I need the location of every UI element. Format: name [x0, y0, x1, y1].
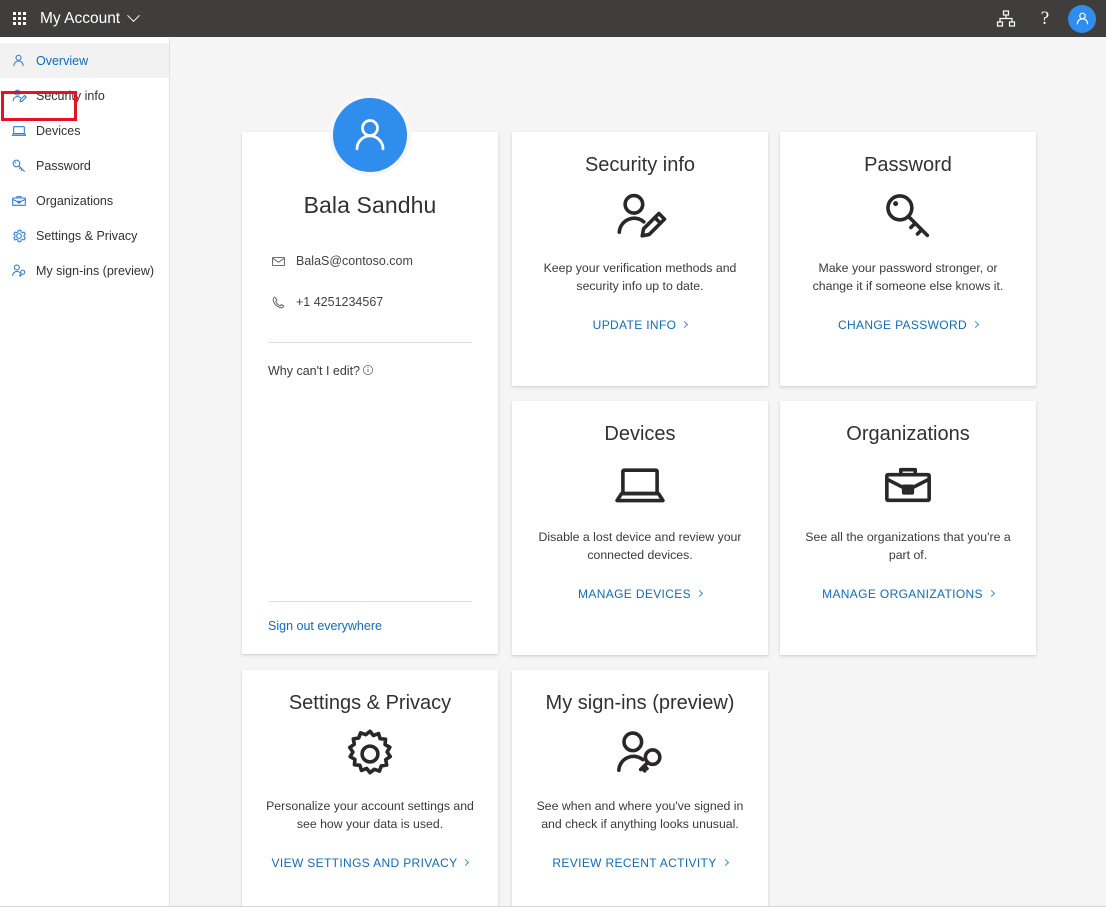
card-description: Personalize your account settings and se… [262, 798, 478, 834]
envelope-icon [270, 253, 286, 269]
card-title: Organizations [846, 423, 969, 446]
view-settings-and-privacy-link[interactable]: VIEW SETTINGS AND PRIVACY [272, 856, 469, 870]
link-label: CHANGE PASSWORD [838, 318, 967, 332]
sidebar-item-label: Password [36, 159, 91, 173]
briefcase-icon [881, 457, 935, 513]
review-recent-activity-link[interactable]: REVIEW RECENT ACTIVITY [552, 856, 727, 870]
chevron-right-icon [988, 590, 995, 597]
why-cant-i-edit-link[interactable]: Why can't I edit? [268, 364, 374, 378]
update-info-link[interactable]: UPDATE INFO [593, 318, 688, 332]
chevron-down-icon [127, 9, 140, 22]
card-title: Devices [604, 423, 675, 446]
chevron-right-icon [722, 859, 729, 866]
manage-organizations-link[interactable]: MANAGE ORGANIZATIONS [822, 587, 994, 601]
info-circle-icon [362, 364, 374, 378]
security-info-card[interactable]: Security info Keep your verification met… [512, 132, 768, 386]
chevron-right-icon [462, 859, 469, 866]
sign-out-everywhere-link[interactable]: Sign out everywhere [268, 619, 382, 633]
card-description: Disable a lost device and review your co… [532, 529, 748, 565]
sidebar-item-organizations[interactable]: Organizations [0, 183, 169, 218]
why-cant-i-edit-label: Why can't I edit? [268, 364, 360, 378]
card-description: Make your password stronger, or change i… [800, 260, 1016, 296]
profile-spacer [268, 378, 472, 601]
sidebar-item-label: Security info [36, 89, 105, 103]
person-pencil-icon [10, 87, 27, 104]
profile-email-row: BalaS@contoso.com [268, 253, 472, 269]
card-title: Password [864, 154, 952, 177]
app-launcher-button[interactable] [0, 0, 38, 37]
top-header-bar: My Account ? [0, 0, 1106, 37]
user-avatar-icon [348, 113, 392, 157]
user-avatar-icon [1074, 10, 1091, 27]
gear-icon [10, 227, 27, 244]
app-title: My Account [40, 10, 120, 28]
gear-icon [343, 726, 397, 782]
profile-card: Bala Sandhu BalaS@contoso.com [242, 132, 498, 654]
sidebar-item-overview[interactable]: Overview [0, 43, 169, 78]
devices-card[interactable]: Devices Disable a lost device and review… [512, 401, 768, 655]
sidebar-item-label: My sign-ins (preview) [36, 264, 154, 278]
page-body: Overview Security info [0, 37, 1106, 907]
card-title: Security info [585, 154, 695, 177]
profile-divider-top [268, 342, 472, 343]
sidebar-item-label: Settings & Privacy [36, 229, 137, 243]
profile-phone-row: +1 4251234567 [268, 294, 472, 310]
change-password-link[interactable]: CHANGE PASSWORD [838, 318, 978, 332]
avatar[interactable] [1068, 5, 1096, 33]
sidebar-item-label: Overview [36, 54, 88, 68]
question-mark-icon: ? [1041, 9, 1049, 28]
chevron-right-icon [696, 590, 703, 597]
briefcase-icon [10, 192, 27, 209]
link-label: MANAGE DEVICES [578, 587, 691, 601]
card-description: Keep your verification methods and secur… [532, 260, 748, 296]
key-icon [10, 157, 27, 174]
profile-divider-bottom [268, 601, 472, 602]
sidebar-item-label: Devices [36, 124, 80, 138]
sidebar-item-password[interactable]: Password [0, 148, 169, 183]
sidebar-item-my-sign-ins[interactable]: My sign-ins (preview) [0, 253, 169, 288]
key-icon [881, 188, 935, 244]
sidebar-item-label: Organizations [36, 194, 113, 208]
chevron-right-icon [681, 321, 688, 328]
link-label: REVIEW RECENT ACTIVITY [552, 856, 716, 870]
link-label: VIEW SETTINGS AND PRIVACY [272, 856, 458, 870]
password-card[interactable]: Password Make your password stronger, or… [780, 132, 1036, 386]
person-key-icon [10, 262, 27, 279]
profile-phone: +1 4251234567 [296, 295, 383, 309]
link-label: UPDATE INFO [593, 318, 677, 332]
org-hierarchy-button[interactable] [988, 0, 1024, 37]
card-description: See when and where you've signed in and … [532, 798, 748, 834]
my-account-page: My Account ? [0, 0, 1106, 907]
person-pencil-icon [613, 188, 667, 244]
sidebar-item-security-info[interactable]: Security info [0, 78, 169, 113]
laptop-icon [613, 457, 667, 513]
manage-devices-link[interactable]: MANAGE DEVICES [578, 587, 702, 601]
waffle-grid-icon [13, 12, 26, 25]
sidebar-item-devices[interactable]: Devices [0, 113, 169, 148]
card-description: See all the organizations that you're a … [800, 529, 1016, 565]
person-key-icon [613, 726, 667, 782]
phone-icon [270, 294, 286, 310]
org-hierarchy-icon [996, 10, 1016, 28]
card-title: My sign-ins (preview) [546, 692, 735, 715]
person-icon [10, 52, 27, 69]
card-title: Settings & Privacy [289, 692, 451, 715]
my-sign-ins-card[interactable]: My sign-ins (preview) See when and where… [512, 670, 768, 906]
brand-my-account-menu[interactable]: My Account [38, 0, 144, 37]
link-label: MANAGE ORGANIZATIONS [822, 587, 983, 601]
sidebar-navigation: Overview Security info [0, 37, 170, 906]
header-actions: ? [988, 0, 1100, 37]
cards-grid: Bala Sandhu BalaS@contoso.com [170, 72, 1106, 906]
organizations-card[interactable]: Organizations See all the organizations … [780, 401, 1036, 655]
profile-name: Bala Sandhu [268, 192, 472, 219]
laptop-icon [10, 122, 27, 139]
chevron-right-icon [972, 321, 979, 328]
help-button[interactable]: ? [1027, 0, 1063, 37]
profile-avatar [329, 94, 411, 176]
profile-email: BalaS@contoso.com [296, 254, 413, 268]
sidebar-item-settings-privacy[interactable]: Settings & Privacy [0, 218, 169, 253]
main-content: Bala Sandhu BalaS@contoso.com [170, 37, 1106, 906]
settings-privacy-card[interactable]: Settings & Privacy Personalize your acco… [242, 670, 498, 906]
